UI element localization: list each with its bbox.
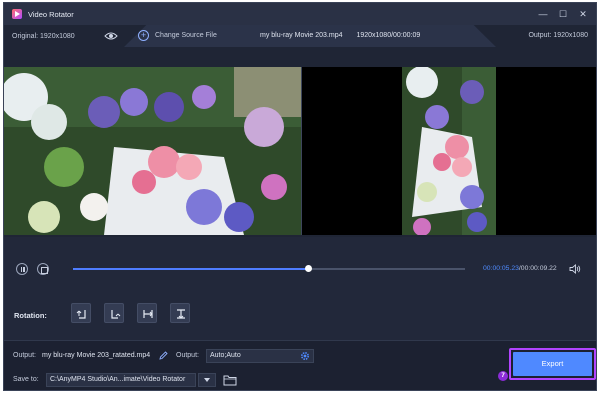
info-bar: Original: 1920x1080 + Change Source File…: [4, 25, 596, 47]
output-format-value: Auto;Auto: [210, 352, 241, 359]
original-resolution: Original: 1920x1080: [12, 32, 75, 40]
video-rotator-window: Video Rotator — ☐ ✕ Original: 1920x1080 …: [3, 2, 597, 391]
plus-icon: +: [138, 30, 149, 41]
flip-vertical-button[interactable]: [170, 303, 190, 323]
progress-bar[interactable]: [73, 265, 465, 272]
output-label: Output:: [13, 352, 36, 359]
rotate-left-button[interactable]: [71, 303, 91, 323]
original-video-preview: [4, 67, 301, 235]
change-source-label: Change Source File: [155, 32, 217, 39]
minimize-button[interactable]: —: [536, 7, 550, 21]
rotate-left-icon: [76, 310, 86, 319]
play-logo-icon: [12, 9, 22, 19]
gear-icon[interactable]: [300, 351, 310, 361]
rotation-label: Rotation:: [14, 311, 47, 320]
pencil-icon[interactable]: [159, 351, 168, 360]
rotation-controls: Rotation:: [4, 299, 596, 327]
flip-horizontal-button[interactable]: [137, 303, 157, 323]
flower-scene-image: [4, 67, 301, 235]
title-bar: Video Rotator — ☐ ✕: [4, 3, 596, 25]
step-badge: 7: [498, 371, 508, 381]
close-button[interactable]: ✕: [576, 7, 590, 21]
folder-icon[interactable]: [223, 374, 237, 386]
file-info: my blu-ray Movie 203.mp4 1920x1080/00:00…: [260, 32, 432, 39]
save-to-label: Save to:: [13, 376, 39, 383]
output-format-select[interactable]: Auto;Auto: [206, 349, 314, 363]
save-path-dropdown[interactable]: [198, 373, 216, 387]
save-path-field[interactable]: C:\AnyMP4 Studio\An...imate\Video Rotato…: [46, 373, 196, 387]
time-display: 00:00:05.23/00:00:09.22: [483, 265, 557, 272]
rotate-right-button[interactable]: [104, 303, 124, 323]
file-meta: 1920x1080/00:00:09: [356, 32, 421, 39]
playback-controls: 00:00:05.23/00:00:09.22: [4, 257, 596, 277]
output-filename: my blu-ray Movie 203_ratated.mp4: [42, 352, 151, 359]
output-panel: Output: my blu-ray Movie 203_ratated.mp4…: [4, 340, 596, 390]
flip-vertical-icon: [177, 309, 185, 319]
format-label: Output:: [176, 352, 199, 359]
file-name: my blu-ray Movie 203.mp4: [260, 32, 343, 39]
rotated-flower-image: [402, 67, 496, 235]
rotated-video-preview: [302, 67, 596, 235]
current-time: 00:00:05.23: [483, 265, 519, 272]
progress-fill: [73, 268, 309, 270]
volume-icon[interactable]: [569, 264, 581, 274]
progress-handle[interactable]: [305, 265, 313, 272]
output-resolution: Output: 1920x1080: [528, 32, 588, 39]
export-button[interactable]: Export: [513, 352, 592, 376]
app-title: Video Rotator: [28, 9, 74, 19]
maximize-button[interactable]: ☐: [556, 7, 570, 21]
flip-horizontal-icon: [143, 310, 153, 318]
rotate-right-icon: [111, 310, 121, 319]
change-source-button[interactable]: + Change Source File: [138, 30, 217, 41]
export-highlight: Export: [509, 348, 596, 380]
stop-button[interactable]: [37, 263, 49, 275]
pause-button[interactable]: [16, 263, 28, 275]
preview-area: [4, 47, 596, 237]
total-time: /00:00:09.22: [518, 265, 557, 272]
eye-icon[interactable]: [104, 31, 118, 41]
